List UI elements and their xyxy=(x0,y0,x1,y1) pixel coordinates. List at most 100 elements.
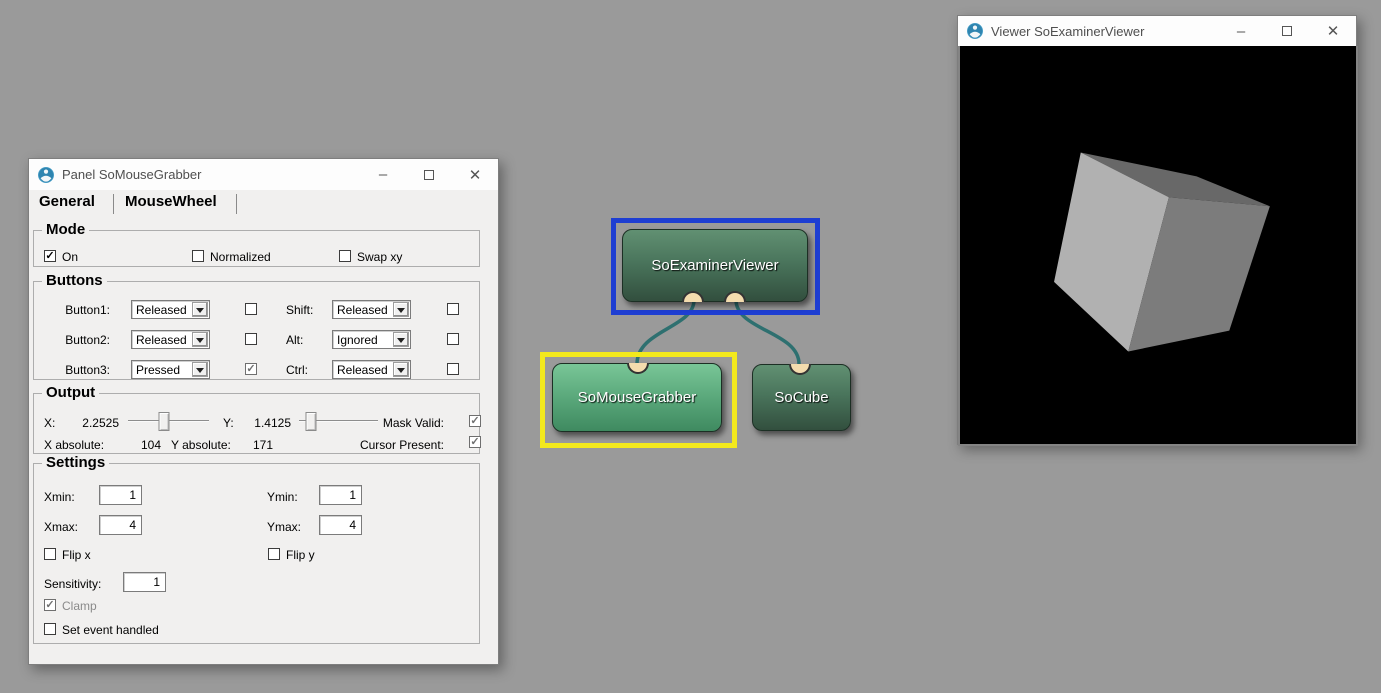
button1-flag-checkbox[interactable] xyxy=(245,303,257,315)
x-absolute-value: 104 xyxy=(114,438,161,452)
panel-titlebar[interactable]: Panel SoMouseGrabber – ✕ xyxy=(29,159,498,190)
xmin-label: Xmin: xyxy=(44,490,75,504)
button3-label: Button3: xyxy=(62,363,110,377)
alt-label: Alt: xyxy=(286,333,303,347)
ymin-label: Ymin: xyxy=(267,490,298,504)
tab-mousewheel[interactable]: MouseWheel xyxy=(125,193,217,210)
xmin-input[interactable]: 1 xyxy=(99,485,142,505)
flipx-checkbox[interactable] xyxy=(44,548,56,560)
node-label: SoExaminerViewer xyxy=(651,257,778,274)
alt-combo[interactable]: Ignored xyxy=(332,330,411,349)
clamp-label: Clamp xyxy=(62,599,97,613)
button1-combo[interactable]: Released xyxy=(131,300,210,319)
group-mode: Mode On Normalized Swap xy xyxy=(33,230,480,267)
close-icon: ✕ xyxy=(469,166,482,184)
button2-label: Button2: xyxy=(62,333,110,347)
minimize-icon: – xyxy=(379,166,387,183)
viewer-window: Viewer SoExaminerViewer – ✕ xyxy=(957,15,1357,445)
group-output-title: Output xyxy=(42,384,99,401)
set-event-handled-checkbox[interactable] xyxy=(44,623,56,635)
ctrl-label: Ctrl: xyxy=(286,363,308,377)
ymin-input[interactable]: 1 xyxy=(319,485,362,505)
chevron-down-icon[interactable] xyxy=(393,332,409,347)
ymax-input[interactable]: 4 xyxy=(319,515,362,535)
button2-combo[interactable]: Released xyxy=(131,330,210,349)
close-button[interactable]: ✕ xyxy=(1310,16,1356,46)
app-icon xyxy=(967,23,983,39)
maximize-icon xyxy=(424,170,434,180)
chevron-down-icon[interactable] xyxy=(393,362,409,377)
node-somousegrabber[interactable]: SoMouseGrabber xyxy=(552,363,722,432)
mask-valid-label: Mask Valid: xyxy=(364,416,444,430)
panel-title: Panel SoMouseGrabber xyxy=(62,167,201,182)
group-buttons-title: Buttons xyxy=(42,272,107,289)
flipx-label: Flip x xyxy=(62,548,91,562)
button1-label: Button1: xyxy=(62,303,110,317)
y-absolute-label: Y absolute: xyxy=(171,438,231,452)
flipy-checkbox[interactable] xyxy=(268,548,280,560)
group-settings-title: Settings xyxy=(42,454,109,471)
xmax-input[interactable]: 4 xyxy=(99,515,142,535)
on-checkbox[interactable] xyxy=(44,250,56,262)
on-label: On xyxy=(62,250,78,264)
maximize-icon xyxy=(1282,26,1292,36)
swapxy-checkbox[interactable] xyxy=(339,250,351,262)
node-graph-canvas[interactable]: SoExaminerViewer SoMouseGrabber SoCube xyxy=(530,200,870,460)
chevron-down-icon[interactable] xyxy=(393,302,409,317)
viewer-title: Viewer SoExaminerViewer xyxy=(991,24,1144,39)
x-slider-thumb[interactable] xyxy=(158,412,169,431)
shift-flag-checkbox[interactable] xyxy=(447,303,459,315)
socket-examiner-left[interactable] xyxy=(682,291,704,302)
app-icon xyxy=(38,167,54,183)
tab-general[interactable]: General xyxy=(39,193,95,210)
clamp-checkbox[interactable] xyxy=(44,599,56,611)
tab-separator xyxy=(236,194,237,214)
cursor-present-checkbox[interactable] xyxy=(469,436,481,448)
shift-combo[interactable]: Released xyxy=(332,300,411,319)
sensitivity-label: Sensitivity: xyxy=(44,577,101,591)
minimize-icon: – xyxy=(1237,23,1245,40)
chevron-down-icon[interactable] xyxy=(192,332,208,347)
socket-socube[interactable] xyxy=(789,364,811,375)
minimize-button[interactable]: – xyxy=(360,159,406,190)
ctrl-combo[interactable]: Released xyxy=(332,360,411,379)
mask-valid-checkbox[interactable] xyxy=(469,415,481,427)
xmax-label: Xmax: xyxy=(44,520,78,534)
button2-flag-checkbox[interactable] xyxy=(245,333,257,345)
socket-mousegrabber[interactable] xyxy=(627,363,649,374)
close-icon: ✕ xyxy=(1327,22,1340,40)
button3-combo[interactable]: Pressed xyxy=(131,360,210,379)
maximize-button[interactable] xyxy=(1264,16,1310,46)
x-value: 2.2525 xyxy=(69,416,119,430)
group-mode-title: Mode xyxy=(42,221,89,238)
tab-bar: General MouseWheel xyxy=(29,190,498,219)
group-output: Output X: 2.2525 Y: 1.4125 Mask Valid: X… xyxy=(33,393,480,454)
button3-flag-checkbox[interactable] xyxy=(245,363,257,375)
ctrl-flag-checkbox[interactable] xyxy=(447,363,459,375)
normalized-checkbox[interactable] xyxy=(192,250,204,262)
x-absolute-label: X absolute: xyxy=(44,438,104,452)
chevron-down-icon[interactable] xyxy=(192,302,208,317)
swapxy-label: Swap xy xyxy=(357,250,402,264)
viewer-titlebar[interactable]: Viewer SoExaminerViewer – ✕ xyxy=(958,16,1356,46)
y-value: 1.4125 xyxy=(239,416,291,430)
node-soexaminerviewer[interactable]: SoExaminerViewer xyxy=(622,229,808,302)
minimize-button[interactable]: – xyxy=(1218,16,1264,46)
set-event-handled-label: Set event handled xyxy=(62,623,159,637)
sensitivity-input[interactable]: 1 xyxy=(123,572,166,592)
x-slider[interactable] xyxy=(128,412,209,431)
tab-separator xyxy=(113,194,114,214)
node-socube[interactable]: SoCube xyxy=(752,364,851,431)
alt-flag-checkbox[interactable] xyxy=(447,333,459,345)
cursor-present-label: Cursor Present: xyxy=(344,438,444,452)
close-button[interactable]: ✕ xyxy=(452,159,498,190)
normalized-label: Normalized xyxy=(210,250,271,264)
x-label: X: xyxy=(44,416,55,430)
viewer-3d-viewport[interactable] xyxy=(958,46,1358,446)
y-slider-thumb[interactable] xyxy=(305,412,316,431)
y-absolute-value: 171 xyxy=(224,438,273,452)
socket-examiner-right[interactable] xyxy=(724,291,746,302)
maximize-button[interactable] xyxy=(406,159,452,190)
chevron-down-icon[interactable] xyxy=(192,362,208,377)
node-label: SoCube xyxy=(774,389,828,406)
